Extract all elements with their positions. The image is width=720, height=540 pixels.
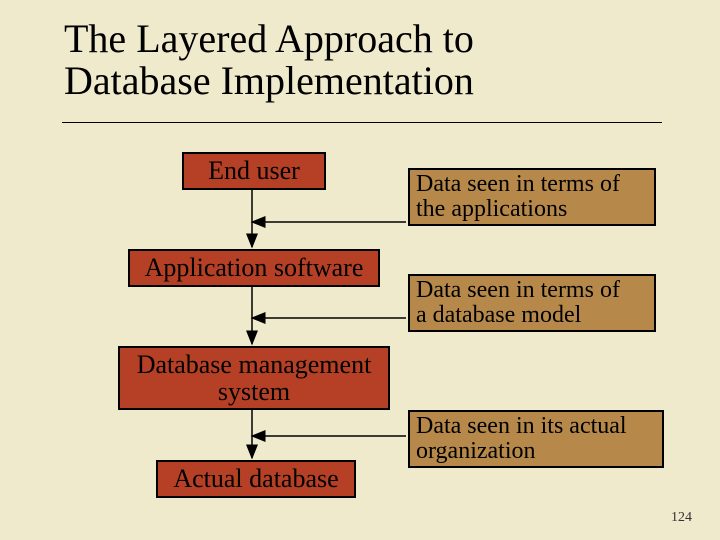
desc-db-model: Data seen in terms of a database model [408, 274, 656, 332]
desc-actual-org: Data seen in its actual organization [408, 410, 664, 468]
desc-applications-l2: the applications [416, 196, 567, 222]
layer-actual-database-label: Actual database [173, 465, 338, 492]
layer-dbms-label-2: system [218, 378, 290, 405]
slide-title: The Layered Approach to Database Impleme… [64, 18, 474, 102]
layer-application-software-label: Application software [145, 254, 364, 281]
title-line-2: Database Implementation [64, 58, 474, 103]
layer-end-user: End user [182, 152, 326, 190]
desc-actual-org-l1: Data seen in its actual [416, 413, 627, 439]
desc-applications: Data seen in terms of the applications [408, 168, 656, 226]
page-number: 124 [671, 510, 692, 526]
desc-applications-l1: Data seen in terms of [416, 171, 620, 197]
layer-dbms: Database management system [118, 346, 390, 410]
desc-actual-org-l2: organization [416, 438, 536, 464]
title-underline [62, 122, 662, 123]
title-line-1: The Layered Approach to [64, 16, 474, 61]
layer-end-user-label: End user [208, 157, 300, 184]
layer-application-software: Application software [128, 249, 380, 287]
layer-dbms-label-1: Database management [137, 351, 372, 378]
desc-db-model-l2: a database model [416, 302, 581, 328]
slide: The Layered Approach to Database Impleme… [0, 0, 720, 540]
layer-actual-database: Actual database [156, 460, 356, 498]
desc-db-model-l1: Data seen in terms of [416, 277, 620, 303]
